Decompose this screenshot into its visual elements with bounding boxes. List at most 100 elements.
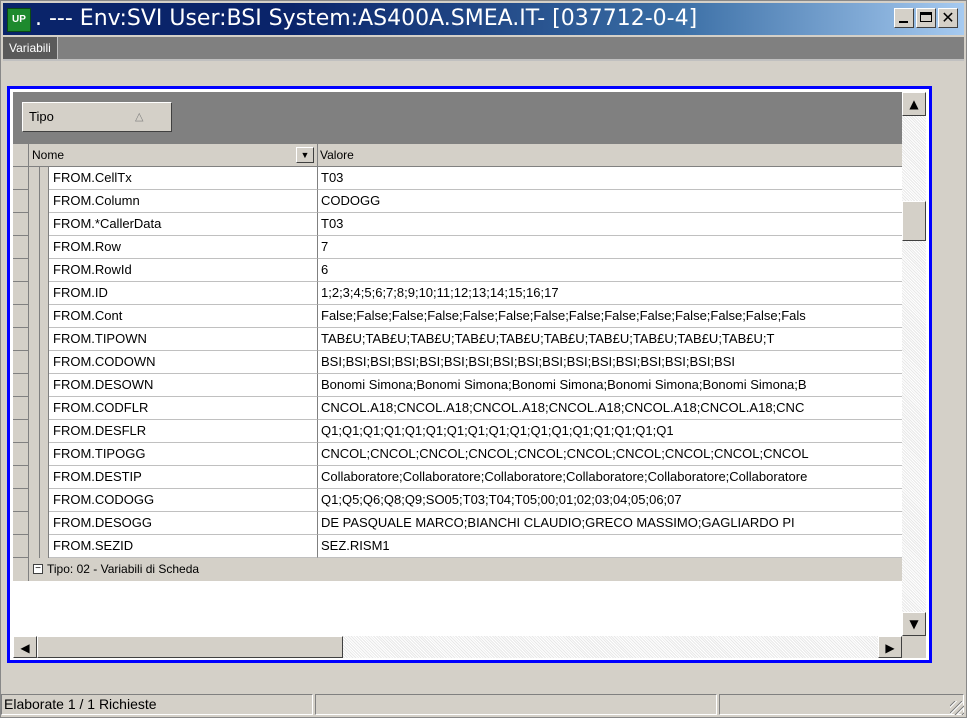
row-selector[interactable]: [13, 535, 29, 558]
row-selector[interactable]: [13, 466, 29, 489]
cell-valore[interactable]: False;False;False;False;False;False;Fals…: [318, 305, 902, 328]
header-selector[interactable]: [13, 144, 29, 166]
cell-nome[interactable]: FROM.ID: [49, 282, 318, 305]
cell-valore[interactable]: Q1;Q1;Q1;Q1;Q1;Q1;Q1;Q1;Q1;Q1;Q1;Q1;Q1;Q…: [318, 420, 902, 443]
cell-valore[interactable]: CODOGG: [318, 190, 902, 213]
cell-nome[interactable]: FROM.RowId: [49, 259, 318, 282]
table-row[interactable]: FROM.CODFLR CNCOL.A18;CNCOL.A18;CNCOL.A18…: [13, 397, 902, 420]
row-selector[interactable]: [13, 305, 29, 328]
close-button[interactable]: ✕: [938, 8, 958, 28]
cell-valore[interactable]: DE PASQUALE MARCO;BIANCHI CLAUDIO;GRECO …: [318, 512, 902, 535]
resize-grip-icon[interactable]: [950, 701, 964, 715]
status-panel-2: [315, 694, 717, 715]
row-selector[interactable]: [13, 558, 29, 581]
cell-valore[interactable]: CNCOL.A18;CNCOL.A18;CNCOL.A18;CNCOL.A18;…: [318, 397, 902, 420]
cell-nome[interactable]: FROM.CODOWN: [49, 351, 318, 374]
cell-nome[interactable]: FROM.DESFLR: [49, 420, 318, 443]
cell-nome[interactable]: FROM.DESTIP: [49, 466, 318, 489]
cell-nome[interactable]: FROM.TIPOGG: [49, 443, 318, 466]
table-row[interactable]: FROM.CODOWN BSI;BSI;BSI;BSI;BSI;BSI;BSI;B…: [13, 351, 902, 374]
cell-nome[interactable]: FROM.DESOWN: [49, 374, 318, 397]
table-row[interactable]: FROM.ID 1;2;3;4;5;6;7;8;9;10;11;12;13;14;…: [13, 282, 902, 305]
column-header-nome-label: Nome: [32, 148, 65, 162]
row-indent: [29, 489, 49, 512]
row-selector[interactable]: [13, 167, 29, 190]
tab-variabili[interactable]: Variabili: [3, 37, 58, 59]
table-row[interactable]: FROM.DESOWN Bonomi Simona;Bonomi Simona;B…: [13, 374, 902, 397]
cell-valore[interactable]: T03: [318, 167, 902, 190]
table-row[interactable]: FROM.CODOGG Q1;Q5;Q6;Q8;Q9;SO05;T03;T04;T…: [13, 489, 902, 512]
cell-nome[interactable]: FROM.Row: [49, 236, 318, 259]
row-selector[interactable]: [13, 213, 29, 236]
column-header-valore[interactable]: Valore: [318, 144, 902, 166]
cell-valore[interactable]: 7: [318, 236, 902, 259]
horizontal-scroll-thumb[interactable]: [37, 636, 343, 658]
vertical-scroll-thumb[interactable]: [902, 201, 926, 241]
scroll-right-button[interactable]: ▶: [878, 636, 902, 658]
maximize-button[interactable]: [916, 8, 936, 28]
cell-nome[interactable]: FROM.SEZID: [49, 535, 318, 558]
title-bar[interactable]: UP . --- Env:SVI User:BSI System:AS400A.…: [3, 3, 964, 35]
cell-valore[interactable]: Collaboratore;Collaboratore;Collaborator…: [318, 466, 902, 489]
app-icon[interactable]: UP: [7, 8, 31, 32]
cell-nome[interactable]: FROM.CODOGG: [49, 489, 318, 512]
table-row[interactable]: FROM.DESTIP Collaboratore;Collaboratore;C…: [13, 466, 902, 489]
group-row-tipo-02[interactable]: − Tipo: 02 - Variabili di Scheda: [13, 558, 902, 581]
cell-nome[interactable]: FROM.CellTx: [49, 167, 318, 190]
row-selector[interactable]: [13, 259, 29, 282]
row-selector[interactable]: [13, 420, 29, 443]
collapse-icon[interactable]: −: [33, 564, 43, 574]
table-row[interactable]: FROM.TIPOGG CNCOL;CNCOL;CNCOL;CNCOL;CNCOL…: [13, 443, 902, 466]
row-selector[interactable]: [13, 374, 29, 397]
cell-valore[interactable]: Bonomi Simona;Bonomi Simona;Bonomi Simon…: [318, 374, 902, 397]
table-row[interactable]: FROM.SEZID SEZ.RISM1: [13, 535, 902, 558]
scroll-down-button[interactable]: ▼: [902, 612, 926, 636]
row-selector[interactable]: [13, 489, 29, 512]
row-indent: [29, 213, 49, 236]
table-row[interactable]: FROM.TIPOWN TAB£U;TAB£U;TAB£U;TAB£U;TAB£U…: [13, 328, 902, 351]
cell-nome[interactable]: FROM.TIPOWN: [49, 328, 318, 351]
window-controls: ✕: [894, 8, 958, 28]
cell-nome[interactable]: FROM.*CallerData: [49, 213, 318, 236]
row-indent: [29, 374, 49, 397]
scroll-left-button[interactable]: ◀: [13, 636, 37, 658]
row-selector[interactable]: [13, 236, 29, 259]
row-selector[interactable]: [13, 190, 29, 213]
group-row-label: Tipo: 02 - Variabili di Scheda: [47, 562, 200, 576]
cell-valore[interactable]: 1;2;3;4;5;6;7;8;9;10;11;12;13;14;15;16;1…: [318, 282, 902, 305]
table-row[interactable]: FROM.DESOGG DE PASQUALE MARCO;BIANCHI CLA…: [13, 512, 902, 535]
table-row[interactable]: FROM.Cont False;False;False;False;False;F…: [13, 305, 902, 328]
group-chip-tipo[interactable]: Tipo △: [22, 102, 172, 132]
cell-valore[interactable]: 6: [318, 259, 902, 282]
cell-valore[interactable]: T03: [318, 213, 902, 236]
table-row[interactable]: FROM.*CallerData T03: [13, 213, 902, 236]
row-selector[interactable]: [13, 512, 29, 535]
cell-valore[interactable]: BSI;BSI;BSI;BSI;BSI;BSI;BSI;BSI;BSI;BSI;…: [318, 351, 902, 374]
column-header-nome[interactable]: Nome: [30, 144, 318, 166]
vertical-scrollbar[interactable]: ▲ ▼: [902, 92, 926, 636]
cell-valore[interactable]: Q1;Q5;Q6;Q8;Q9;SO05;T03;T04;T05;00;01;02…: [318, 489, 902, 512]
grid-header: Nome ▼ Valore: [13, 144, 902, 167]
cell-valore[interactable]: TAB£U;TAB£U;TAB£U;TAB£U;TAB£U;TAB£U;TAB£…: [318, 328, 902, 351]
table-row[interactable]: FROM.Row 7: [13, 236, 902, 259]
cell-valore[interactable]: CNCOL;CNCOL;CNCOL;CNCOL;CNCOL;CNCOL;CNCO…: [318, 443, 902, 466]
scroll-up-button[interactable]: ▲: [902, 92, 926, 116]
table-row[interactable]: FROM.DESFLR Q1;Q1;Q1;Q1;Q1;Q1;Q1;Q1;Q1;Q1…: [13, 420, 902, 443]
minimize-icon: [899, 21, 908, 23]
row-selector[interactable]: [13, 443, 29, 466]
row-selector[interactable]: [13, 328, 29, 351]
column-filter-button[interactable]: ▼: [296, 147, 314, 163]
table-row[interactable]: FROM.CellTx T03: [13, 167, 902, 190]
cell-nome[interactable]: FROM.Column: [49, 190, 318, 213]
cell-valore[interactable]: SEZ.RISM1: [318, 535, 902, 558]
table-row[interactable]: FROM.Column CODOGG: [13, 190, 902, 213]
cell-nome[interactable]: FROM.CODFLR: [49, 397, 318, 420]
row-selector[interactable]: [13, 282, 29, 305]
table-row[interactable]: FROM.RowId 6: [13, 259, 902, 282]
cell-nome[interactable]: FROM.DESOGG: [49, 512, 318, 535]
cell-nome[interactable]: FROM.Cont: [49, 305, 318, 328]
row-selector[interactable]: [13, 351, 29, 374]
row-selector[interactable]: [13, 397, 29, 420]
minimize-button[interactable]: [894, 8, 914, 28]
horizontal-scrollbar[interactable]: ◀ ▶: [13, 636, 902, 658]
